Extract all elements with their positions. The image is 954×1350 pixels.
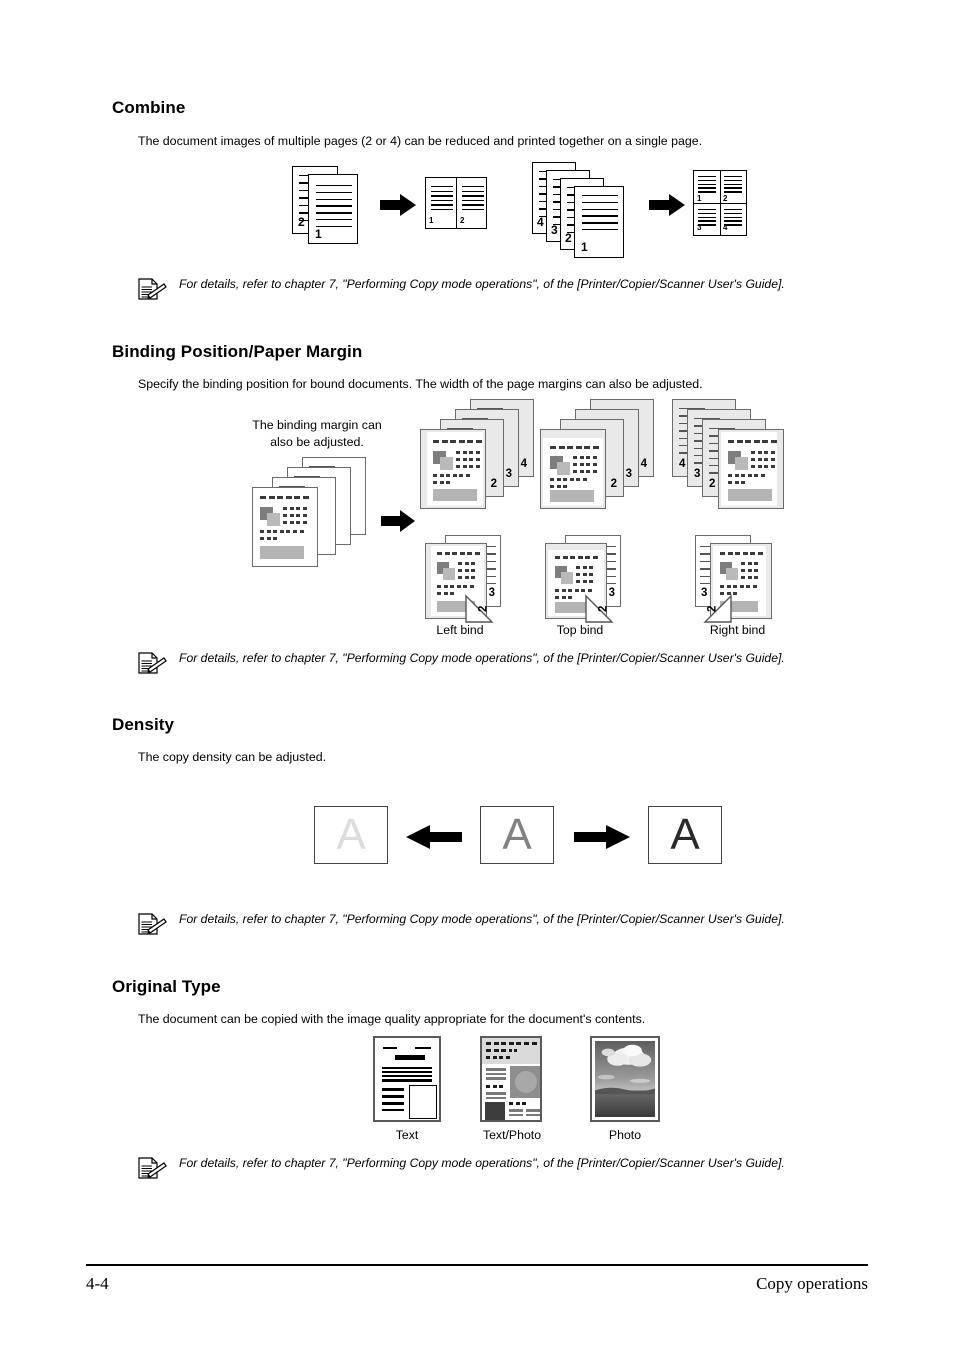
- stack-page-number: 2: [610, 477, 617, 490]
- note-document-pencil-icon: [138, 1157, 167, 1179]
- density-figure: A A A: [310, 802, 730, 872]
- result-page-front: [540, 429, 606, 509]
- arrow-right-icon: [649, 194, 685, 216]
- stack-page-number: 3: [694, 467, 701, 480]
- combine-source-page-number: 2: [298, 215, 305, 229]
- bind-detail-front-page: 2: [425, 543, 494, 623]
- combine-result-cell-number: 3: [697, 223, 702, 232]
- document-page: Combine The document images of multiple …: [0, 0, 954, 1350]
- bind-detail-front-page: 2: [545, 543, 614, 623]
- thumbnail-text-photo: [480, 1036, 542, 1122]
- note-text: For details, refer to chapter 7, "Perfor…: [179, 277, 785, 291]
- combine-source-page-number: 1: [581, 240, 588, 254]
- stack-page-number: 4: [679, 457, 686, 470]
- note-document-pencil-icon: [138, 652, 167, 674]
- divider: [694, 203, 746, 205]
- note-combine: For details, refer to chapter 7, "Perfor…: [137, 276, 851, 300]
- note-original-type: For details, refer to chapter 7, "Perfor…: [137, 1155, 851, 1179]
- stack-page-number: 2: [709, 477, 716, 490]
- bind-detail-front-number: 2: [597, 605, 610, 612]
- original-type-figure: Text Text/Photo Photo: [365, 1032, 685, 1147]
- page-title-density: Density: [112, 715, 175, 734]
- combine-result-cell-number: 1: [429, 216, 434, 225]
- arrow-right-icon: [381, 510, 415, 532]
- combine-source-page-1b: 1: [574, 186, 624, 258]
- note-text: For details, refer to chapter 7, "Perfor…: [179, 1156, 785, 1170]
- page-lines: [316, 185, 352, 232]
- combine-source-page-1: 1: [308, 174, 358, 244]
- combine-result-4up: 1 2 3 4: [693, 170, 747, 236]
- combine-description: The document images of multiple pages (2…: [138, 134, 703, 148]
- density-sample-medium: A: [480, 806, 554, 864]
- thumbnail-label-text: Text: [395, 1128, 419, 1142]
- arrow-left-icon: [406, 825, 462, 849]
- density-glyph: A: [336, 810, 366, 859]
- bind-detail-front-number: 2: [706, 605, 719, 612]
- page-lines: [431, 186, 453, 213]
- bind-detail-label: Right bind: [709, 623, 766, 637]
- photo-landscape-image: [595, 1041, 655, 1117]
- divider: [456, 178, 458, 228]
- combine-source-page-number: 1: [315, 227, 322, 241]
- footer-page-number: 4-4: [86, 1274, 109, 1293]
- density-glyph: A: [670, 810, 700, 859]
- density-sample-dark: A: [648, 806, 722, 864]
- thumbnail-label-text-photo: Text/Photo: [482, 1128, 542, 1142]
- combine-result-2up: 1 2: [425, 177, 487, 229]
- bind-detail-front-page: 2: [703, 543, 772, 623]
- page-title-combine: Combine: [112, 98, 186, 117]
- page-lines: [698, 176, 716, 195]
- stack-page-number: 3: [505, 467, 512, 480]
- page-lines: [582, 195, 618, 236]
- note-density: For details, refer to chapter 7, "Perfor…: [137, 911, 851, 935]
- stack-page-number: 3: [625, 467, 632, 480]
- density-glyph: A: [502, 810, 532, 859]
- density-sample-light: A: [314, 806, 388, 864]
- combine-figure: 2 1 1 2 4 3 2 1 1 2 3 4: [280, 160, 760, 258]
- binding-figure: The binding margin can also be adjusted.…: [240, 395, 800, 640]
- binding-description: Specify the binding position for bound d…: [138, 377, 703, 391]
- note-binding: For details, refer to chapter 7, "Perfor…: [137, 650, 851, 674]
- stack-page-number: 4: [640, 457, 647, 470]
- thumbnail-label-photo: Photo: [608, 1128, 642, 1142]
- stack-page-number: 2: [490, 477, 497, 490]
- note-document-pencil-icon: [138, 278, 167, 300]
- note-document-pencil-icon: [138, 913, 167, 935]
- result-page-front: [420, 429, 486, 509]
- page-title-binding: Binding Position/Paper Margin: [112, 342, 363, 361]
- note-text: For details, refer to chapter 7, "Perfor…: [179, 912, 785, 926]
- arrow-right-icon: [380, 194, 416, 216]
- result-page-front: [718, 429, 784, 509]
- arrow-right-icon: [574, 825, 630, 849]
- page-lines: [462, 186, 484, 213]
- combine-source-page-number: 3: [551, 223, 558, 237]
- combine-result-cell-number: 2: [723, 194, 728, 203]
- original-type-description: The document can be copied with the imag…: [138, 1012, 646, 1026]
- bind-detail-label: Left bind: [436, 623, 484, 637]
- combine-result-cell-number: 1: [697, 194, 702, 203]
- page-title-original-type: Original Type: [112, 977, 221, 996]
- combine-result-cell-number: 2: [460, 216, 465, 225]
- stack-page-number: 4: [520, 457, 527, 470]
- bind-detail-front-number: 2: [477, 605, 490, 612]
- density-description: The copy density can be adjusted.: [138, 750, 327, 764]
- thumbnail-photo: [590, 1036, 660, 1122]
- source-stack-page-front: [252, 487, 318, 567]
- page-lines: [724, 176, 742, 195]
- combine-result-cell-number: 4: [723, 223, 728, 232]
- footer-divider: [86, 1264, 868, 1266]
- combine-source-page-number: 2: [565, 231, 572, 245]
- combine-source-page-number: 4: [537, 215, 544, 229]
- footer-title: Copy operations: [756, 1274, 868, 1293]
- bind-detail-label: Top bind: [556, 623, 604, 637]
- thumbnail-text: [373, 1036, 441, 1122]
- note-text: For details, refer to chapter 7, "Perfor…: [179, 651, 785, 665]
- binding-margin-hint: The binding margin can also be adjusted.: [252, 418, 382, 449]
